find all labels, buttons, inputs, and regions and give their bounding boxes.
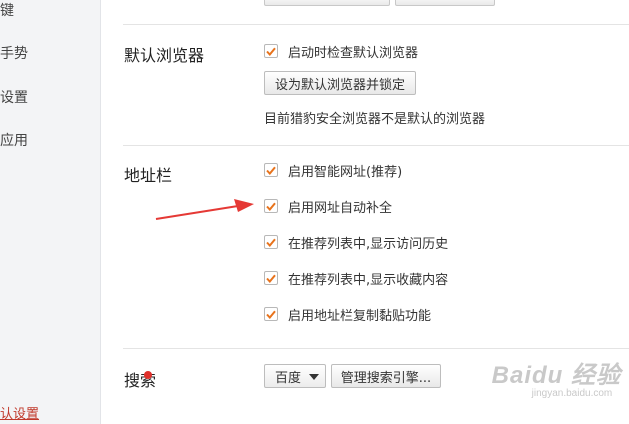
option-show-favorites[interactable]: 在推荐列表中,显示收藏内容 xyxy=(264,269,449,288)
annotation-arrow-icon xyxy=(155,199,254,220)
option-show-history[interactable]: 在推荐列表中,显示访问历史 xyxy=(264,233,449,252)
settings-sidebar: 键 手势 设置 应用 认设置 xyxy=(0,0,101,424)
checkmark-icon xyxy=(266,310,276,319)
sidebar-item-apps[interactable]: 应用 xyxy=(0,130,28,150)
option-copy-paste[interactable]: 启用地址栏复制黏贴功能 xyxy=(264,305,432,324)
search-engine-value: 百度 xyxy=(275,370,302,386)
option-label: 启用地址栏复制黏贴功能 xyxy=(288,308,432,324)
checkmark-icon xyxy=(266,166,276,175)
checkmark-icon xyxy=(266,238,276,247)
checkbox-url-autocomplete[interactable] xyxy=(264,199,278,213)
top-button-left[interactable] xyxy=(264,0,390,6)
checkbox-smart-url[interactable] xyxy=(264,163,278,177)
top-button-right[interactable] xyxy=(395,0,495,6)
checkmark-icon xyxy=(266,47,276,56)
checkbox-check-on-startup[interactable] xyxy=(264,44,278,58)
checkmark-icon xyxy=(266,202,276,211)
option-label: 在推荐列表中,显示收藏内容 xyxy=(288,272,449,288)
checkbox-show-history[interactable] xyxy=(264,235,278,249)
section-title-address-bar: 地址栏 xyxy=(124,166,173,185)
option-label: 在推荐列表中,显示访问历史 xyxy=(288,236,449,252)
option-label: 启用网址自动补全 xyxy=(288,200,393,216)
checkbox-copy-paste[interactable] xyxy=(264,307,278,321)
default-browser-status: 目前猎豹安全浏览器不是默认的浏览器 xyxy=(264,112,486,127)
search-engine-select[interactable]: 百度 xyxy=(264,364,326,388)
watermark-url: jingyan.baidu.com xyxy=(531,388,613,399)
option-label: 启动时检查默认浏览器 xyxy=(288,45,419,61)
option-label: 启用智能网址(推荐) xyxy=(288,164,403,180)
section-divider xyxy=(123,24,629,25)
option-smart-url[interactable]: 启用智能网址(推荐) xyxy=(264,161,403,180)
sidebar-item-mouse-gestures[interactable]: 手势 xyxy=(0,43,28,63)
chevron-down-icon xyxy=(309,374,319,380)
section-title-default-browser: 默认浏览器 xyxy=(124,46,205,65)
sidebar-item-settings[interactable]: 设置 xyxy=(0,87,28,107)
sidebar-item-restore-defaults[interactable]: 认设置 xyxy=(0,403,39,422)
watermark: Baidu 经验 jingyan.baidu.com xyxy=(492,355,621,399)
option-url-autocomplete[interactable]: 启用网址自动补全 xyxy=(264,197,393,216)
sidebar-item-shortcut-keys[interactable]: 键 xyxy=(0,0,14,20)
cursor-marker-icon xyxy=(144,371,152,379)
section-divider xyxy=(123,348,629,349)
section-title-search: 搜索 xyxy=(124,371,157,390)
section-divider xyxy=(123,145,629,146)
checkmark-icon xyxy=(266,274,276,283)
checkbox-show-favorites[interactable] xyxy=(264,271,278,285)
watermark-logo: Baidu 经验 xyxy=(491,362,621,389)
set-default-browser-button[interactable]: 设为默认浏览器并锁定 xyxy=(264,71,416,95)
manage-search-engines-button[interactable]: 管理搜索引擎... xyxy=(331,364,441,388)
option-check-on-startup[interactable]: 启动时检查默认浏览器 xyxy=(264,42,419,61)
